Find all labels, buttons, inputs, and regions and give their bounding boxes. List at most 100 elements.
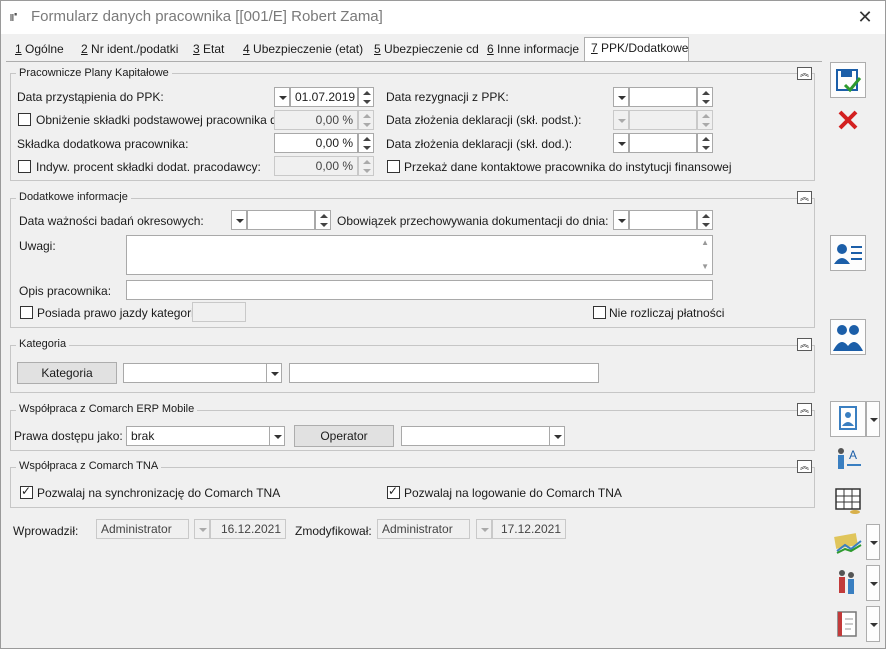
payments-dropdown[interactable]: [866, 524, 880, 560]
tab-etat[interactable]: 3 Etat: [187, 39, 230, 61]
decl-extra-field[interactable]: [629, 133, 697, 153]
collapse-tna-button[interactable]: ︽: [797, 460, 812, 473]
description-label: Opis pracownika:: [19, 284, 112, 298]
family-button[interactable]: [830, 319, 866, 355]
person-attributes-icon: A: [838, 448, 861, 469]
collapse-category-button[interactable]: ︽: [797, 338, 812, 351]
exam-date-dropdown[interactable]: [231, 210, 247, 230]
indiv-percent-field[interactable]: 0,00 %: [274, 156, 358, 176]
attributes-button[interactable]: A: [830, 442, 866, 478]
extra-contribution-spinner[interactable]: [358, 133, 374, 153]
tna-sync-checkbox[interactable]: [20, 484, 33, 499]
exam-date-label: Data ważności badań okresowych:: [19, 214, 204, 228]
reduce-contribution-field[interactable]: 0,00 %: [274, 110, 358, 130]
tab-ubezpieczenie-cd[interactable]: 5 Ubezpieczenie cd: [368, 39, 485, 61]
decl-basic-field[interactable]: [629, 110, 697, 130]
driving-license-field[interactable]: [192, 302, 246, 322]
resign-date-label: Data rezygnacji z PPK:: [386, 90, 509, 104]
modified-by-label: Zmodyfikował:: [295, 524, 372, 538]
category-group-title: Kategoria: [16, 338, 70, 350]
documents-button[interactable]: [830, 606, 866, 642]
employee-form-window: ⑈ Formularz danych pracownika [[001/E] R…: [0, 0, 886, 649]
operator-select[interactable]: [401, 426, 550, 446]
operator-dropdown[interactable]: [549, 426, 565, 446]
title-bar: ⑈ Formularz danych pracownika [[001/E] R…: [1, 1, 885, 34]
photo-dropdown[interactable]: [866, 401, 880, 437]
no-settle-checkbox[interactable]: [593, 306, 606, 319]
extra-contribution-field[interactable]: 0,00 %: [274, 133, 358, 153]
entered-by-label: Wprowadził:: [13, 524, 79, 538]
join-date-field[interactable]: 01.07.2019: [290, 87, 358, 107]
indiv-percent-checkbox[interactable]: [18, 160, 31, 173]
reduce-contribution-label: Obniżenie składki podstawowej pracownika…: [36, 113, 287, 127]
employees-dropdown[interactable]: [866, 565, 880, 601]
tab-nr-ident[interactable]: 2 Nr ident./podatki: [75, 39, 184, 61]
employees-button[interactable]: [830, 565, 866, 601]
entered-date-dropdown: [194, 519, 210, 539]
resign-date-spinner[interactable]: [697, 87, 713, 107]
collapse-ppk-button[interactable]: ︽: [797, 67, 812, 80]
collapse-mobile-button[interactable]: ︽: [797, 403, 812, 416]
decl-extra-spinner[interactable]: [697, 133, 713, 153]
category-select[interactable]: [123, 363, 267, 383]
resign-date-dropdown[interactable]: [613, 87, 629, 107]
photo-button[interactable]: [830, 401, 866, 437]
access-rights-dropdown[interactable]: [269, 426, 285, 446]
modified-date-dropdown: [476, 519, 492, 539]
notes-textarea[interactable]: ▲ ▼: [126, 235, 713, 275]
scroll-up-icon[interactable]: ▲: [701, 238, 709, 247]
category-dropdown[interactable]: [266, 363, 282, 383]
access-rights-select[interactable]: brak: [126, 426, 270, 446]
transfer-contact-checkbox[interactable]: [387, 160, 400, 173]
app-icon: ⑈: [10, 10, 18, 24]
decl-basic-label: Data złożenia deklaracji (skł. podst.):: [386, 113, 582, 127]
doc-retention-field[interactable]: [629, 210, 697, 230]
doc-retention-label: Obowiązek przechowywania dokumentacji do…: [337, 214, 609, 228]
save-button[interactable]: [830, 62, 866, 98]
close-icon[interactable]: ✕: [853, 5, 877, 29]
tab-inne-informacje[interactable]: 6 Inne informacje: [481, 39, 585, 61]
operator-button[interactable]: Operator: [294, 425, 394, 447]
driving-license-checkbox[interactable]: [20, 306, 33, 319]
category-description-field[interactable]: [289, 363, 599, 383]
modified-by-field: Administrator: [377, 519, 470, 539]
decl-basic-spinner[interactable]: [697, 110, 713, 130]
reduce-contribution-spinner[interactable]: [358, 110, 374, 130]
ppk-group-title: Pracownicze Plany Kapitałowe: [16, 67, 172, 79]
tab-ppk-dodatkowe[interactable]: 7 PPK/Dodatkowe: [584, 37, 689, 63]
indiv-percent-spinner[interactable]: [358, 156, 374, 176]
decl-basic-dropdown[interactable]: [613, 110, 629, 130]
description-field[interactable]: [126, 280, 713, 300]
mobile-group-title: Współpraca z Comarch ERP Mobile: [16, 403, 198, 415]
tab-ubezpieczenie-etat[interactable]: 4 Ubezpieczenie (etat): [237, 39, 369, 61]
driving-license-label: Posiada prawo jazdy kategorii:: [37, 306, 200, 320]
doc-retention-spinner[interactable]: [697, 210, 713, 230]
id-card-icon: [834, 244, 862, 264]
tab-ogolne[interactable]: 1 Ogólne: [9, 39, 70, 61]
exam-date-field[interactable]: [247, 210, 315, 230]
documents-dropdown[interactable]: [866, 606, 880, 642]
collapse-extra-button[interactable]: ︽: [797, 191, 812, 204]
extra-group-title: Dodatkowe informacje: [16, 191, 131, 203]
employee-card-button[interactable]: [830, 235, 866, 271]
exam-date-spinner[interactable]: [315, 210, 331, 230]
save-icon: [836, 69, 862, 93]
svg-text:A: A: [849, 448, 857, 462]
reduce-contribution-checkbox[interactable]: [18, 113, 31, 126]
no-settle-label: Nie rozliczaj płatności: [609, 306, 725, 320]
scroll-down-icon[interactable]: ▼: [701, 262, 709, 271]
doc-retention-dropdown[interactable]: [613, 210, 629, 230]
join-date-dropdown[interactable]: [274, 87, 290, 107]
entered-by-field: Administrator: [96, 519, 189, 539]
decl-extra-dropdown[interactable]: [613, 133, 629, 153]
money-chart-icon: [834, 533, 862, 554]
payments-button[interactable]: [830, 524, 866, 560]
indiv-percent-label: Indyw. procent składki dodat. pracodawcy…: [36, 160, 261, 174]
join-date-spinner[interactable]: [358, 87, 374, 107]
tna-login-checkbox[interactable]: [387, 484, 400, 499]
cancel-button[interactable]: [830, 102, 866, 138]
resign-date-field[interactable]: [629, 87, 697, 107]
schedule-button[interactable]: [830, 483, 866, 519]
category-button[interactable]: Kategoria: [17, 362, 117, 384]
tna-group-title: Współpraca z Comarch TNA: [16, 460, 162, 472]
